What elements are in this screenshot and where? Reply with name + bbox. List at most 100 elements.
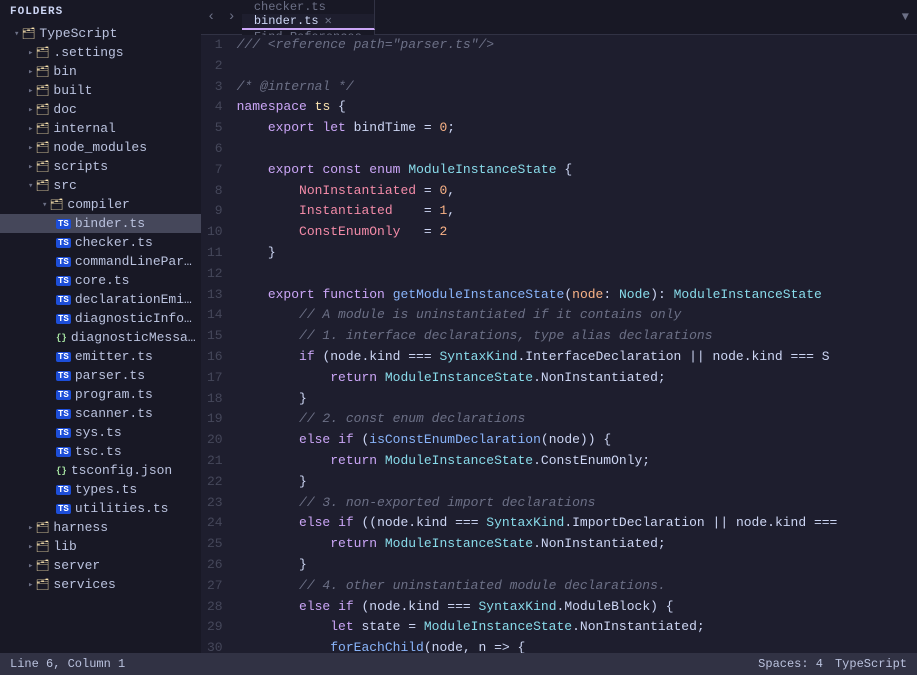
code-line: // 2. const enum declarations [237, 409, 917, 430]
line-number: 8 [207, 181, 223, 202]
sidebar: FOLDERS ▾🗂TypeScript▸🗂.settings▸🗂bin▸🗂bu… [0, 0, 201, 653]
sidebar-item-label: bin [53, 64, 76, 79]
folder-icon: 🗂 [35, 65, 49, 79]
sidebar-item-node_modules[interactable]: ▸🗂node_modules [0, 138, 201, 157]
tab-spacer [375, 0, 894, 34]
sidebar-item-label: commandLinePar... [75, 254, 197, 269]
folder-open-icon: 🗂 [35, 179, 49, 193]
sidebar-item-tsc_ts[interactable]: TS tsc.ts [0, 442, 201, 461]
code-line: return ModuleInstanceState.NonInstantiat… [237, 368, 917, 389]
sidebar-item-core_ts[interactable]: TScore.ts [0, 271, 201, 290]
file-ts-icon: TS [56, 447, 71, 457]
sidebar-item-built[interactable]: ▸🗂built [0, 81, 201, 100]
code-line: // 4. other uninstantiated module declar… [237, 576, 917, 597]
sidebar-item-diagnosticInforma[interactable]: TSdiagnosticInforma... [0, 309, 201, 328]
tab-close-button[interactable]: ✕ [325, 15, 332, 27]
file-ts-icon: TS [56, 485, 71, 495]
line-number: 13 [207, 285, 223, 306]
sidebar-item-binder_ts[interactable]: TSbinder.ts [0, 214, 201, 233]
tab-checker[interactable]: checker.ts [242, 0, 375, 14]
folder-icon: 🗂 [35, 103, 49, 117]
line-number: 29 [207, 617, 223, 638]
line-number: 1 [207, 35, 223, 56]
line-number: 27 [207, 576, 223, 597]
line-number: 24 [207, 513, 223, 534]
sidebar-item-sys_ts[interactable]: TSsys.ts [0, 423, 201, 442]
sidebar-item-emitter_ts[interactable]: TSemitter.ts [0, 347, 201, 366]
sidebar-item-src[interactable]: ▾🗂src [0, 176, 201, 195]
folder-icon: 🗂 [35, 84, 49, 98]
main-layout: FOLDERS ▾🗂TypeScript▸🗂.settings▸🗂bin▸🗂bu… [0, 0, 917, 653]
sidebar-item-label: doc [53, 102, 76, 117]
line-number: 11 [207, 243, 223, 264]
folder-open-icon: 🗂 [21, 27, 35, 41]
sidebar-item-checker_ts[interactable]: TSchecker.ts [0, 233, 201, 252]
sidebar-item-label: internal [53, 121, 115, 136]
code-line: return ModuleInstanceState.NonInstantiat… [237, 534, 917, 555]
sidebar-item-types_ts[interactable]: TStypes.ts [0, 480, 201, 499]
sidebar-item-label: diagnosticInforma... [75, 311, 197, 326]
sidebar-item-label: diagnosticMessag... [71, 330, 197, 345]
sidebar-item-parser_ts[interactable]: TSparser.ts [0, 366, 201, 385]
sidebar-item-declarationEmitte[interactable]: TSdeclarationEmitte... [0, 290, 201, 309]
sidebar-item-diagnosticMessag[interactable]: {} diagnosticMessag... [0, 328, 201, 347]
sidebar-item-label: tsc.ts [75, 444, 122, 459]
status-bar: Line 6, Column 1 Spaces: 4 TypeScript [0, 653, 917, 675]
code-line: export let bindTime = 0; [237, 118, 917, 139]
code-line: /// <reference path="parser.ts"/> [237, 35, 917, 56]
code-line: ConstEnumOnly = 2 [237, 222, 917, 243]
sidebar-item-tsconfig_json[interactable]: {} tsconfig.json [0, 461, 201, 480]
sidebar-item-label: declarationEmitte... [75, 292, 197, 307]
tab-nav-right[interactable]: › [221, 0, 241, 34]
code-line: return ModuleInstanceState.ConstEnumOnly… [237, 451, 917, 472]
folder-icon: 🗂 [35, 160, 49, 174]
sidebar-item-doc[interactable]: ▸🗂 doc [0, 100, 201, 119]
code-line: forEachChild(node, n => { [237, 638, 917, 653]
file-ts-icon: TS [56, 219, 71, 229]
code-line: // 1. interface declarations, type alias… [237, 326, 917, 347]
tab-overflow-button[interactable]: ▼ [894, 0, 917, 34]
sidebar-item-server[interactable]: ▸🗂server [0, 556, 201, 575]
sidebar-item-label: .settings [53, 45, 123, 60]
sidebar-item-scanner_ts[interactable]: TSscanner.ts [0, 404, 201, 423]
code-editor[interactable]: 1234567891011121314151617181920212223242… [201, 35, 917, 653]
chevron-icon: ▸ [28, 105, 33, 115]
sidebar-item-scripts[interactable]: ▸🗂scripts [0, 157, 201, 176]
sidebar-item-services[interactable]: ▸🗂services [0, 575, 201, 594]
code-line [237, 139, 917, 160]
file-json-icon: {} [56, 466, 67, 476]
tab-label: binder.ts [254, 14, 319, 28]
sidebar-item-typescript[interactable]: ▾🗂TypeScript [0, 24, 201, 43]
file-ts-icon: TS [56, 409, 71, 419]
sidebar-item-bin[interactable]: ▸🗂bin [0, 62, 201, 81]
line-number: 18 [207, 389, 223, 410]
sidebar-item-label: emitter.ts [75, 349, 153, 364]
code-line: } [237, 389, 917, 410]
tab-nav-left[interactable]: ‹ [201, 0, 221, 34]
sidebar-item-label: lib [53, 539, 76, 554]
sidebar-item-label: program.ts [75, 387, 153, 402]
sidebar-item-label: tsconfig.json [71, 463, 172, 478]
status-position: Line 6, Column 1 [10, 657, 125, 671]
file-ts-icon: TS [56, 238, 71, 248]
sidebar-item-label: utilities.ts [75, 501, 169, 516]
sidebar-item-settings[interactable]: ▸🗂.settings [0, 43, 201, 62]
chevron-icon: ▸ [28, 124, 33, 134]
file-json-icon: {} [56, 333, 67, 343]
sidebar-item-program_ts[interactable]: TSprogram.ts [0, 385, 201, 404]
folder-icon: 🗂 [35, 521, 49, 535]
status-language: TypeScript [835, 657, 907, 671]
chevron-icon: ▾ [42, 200, 47, 210]
sidebar-item-lib[interactable]: ▸🗂lib [0, 537, 201, 556]
sidebar-item-harness[interactable]: ▸🗂harness [0, 518, 201, 537]
sidebar-item-label: built [53, 83, 92, 98]
sidebar-item-compiler[interactable]: ▾🗂compiler [0, 195, 201, 214]
tab-binder[interactable]: binder.ts ✕ [242, 14, 375, 30]
sidebar-item-internal[interactable]: ▸🗂internal [0, 119, 201, 138]
folder-icon: 🗂 [35, 578, 49, 592]
line-number: 30 [207, 638, 223, 653]
sidebar-item-commandLinePar[interactable]: TScommandLinePar... [0, 252, 201, 271]
code-line: Instantiated = 1, [237, 201, 917, 222]
status-right: Spaces: 4 TypeScript [758, 657, 907, 671]
sidebar-item-utilities_ts[interactable]: TSutilities.ts [0, 499, 201, 518]
